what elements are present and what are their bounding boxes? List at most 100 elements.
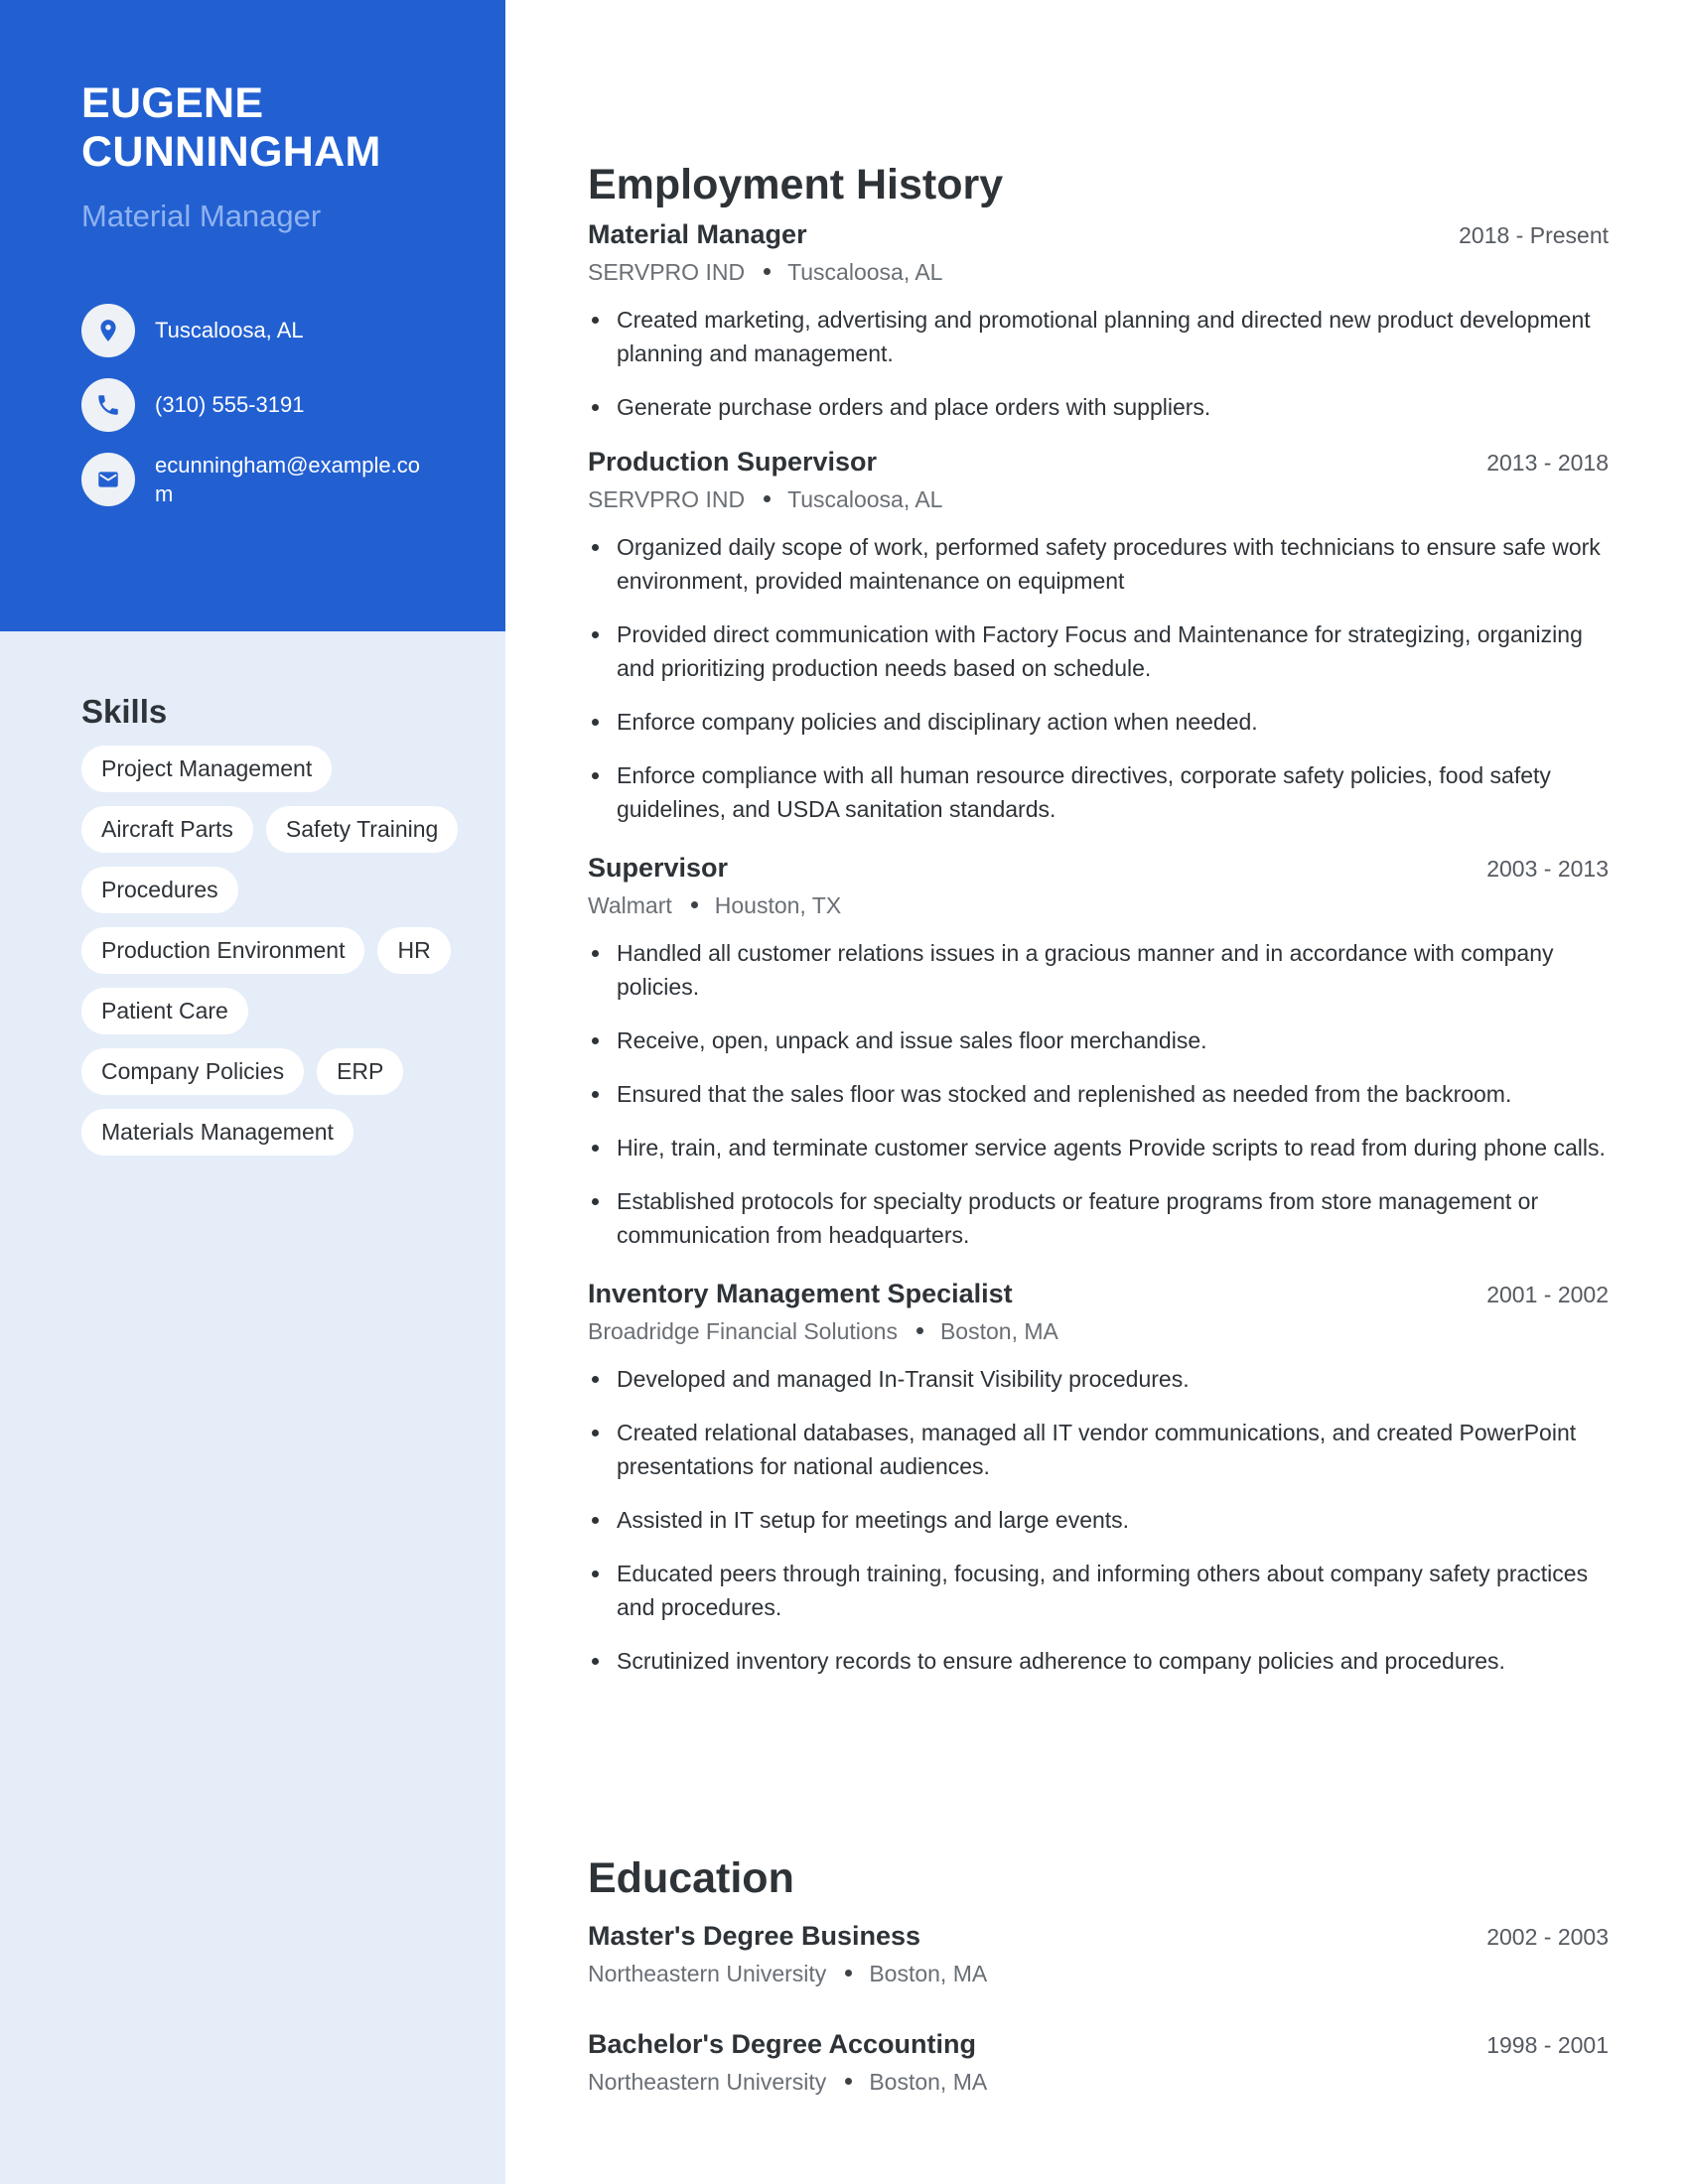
company-name: Broadridge Financial Solutions (588, 1318, 898, 1344)
bullet-item: Generate purchase orders and place order… (588, 390, 1609, 424)
job-header: Material Manager 2018 - Present (588, 216, 1609, 253)
first-name: EUGENE (81, 79, 264, 127)
job-dates: 2003 - 2013 (1486, 856, 1609, 882)
phone-icon (81, 378, 135, 432)
education-header: Bachelor's Degree Accounting 1998 - 2001 (588, 2026, 1609, 2063)
contact-location: Tuscaloosa, AL (81, 304, 439, 357)
separator-dot (845, 1970, 853, 1978)
job-bullets: Developed and managed In-Transit Visibil… (588, 1362, 1609, 1678)
bullet-item: Provided direct communication with Facto… (588, 617, 1609, 685)
education-heading: Education (588, 1854, 794, 1902)
skill-pill: Materials Management (81, 1109, 353, 1156)
separator-dot (845, 2078, 853, 2086)
job-role: Inventory Management Specialist (588, 1279, 1013, 1308)
skills-heading: Skills (81, 693, 168, 730)
candidate-name: EUGENE CUNNINGHAM (81, 79, 479, 177)
job-role: Material Manager (588, 219, 807, 249)
job-company-line: SERVPRO IND Tuscaloosa, AL (588, 482, 1609, 516)
job-bullets: Handled all customer relations issues in… (588, 936, 1609, 1252)
job-company-line: SERVPRO IND Tuscaloosa, AL (588, 255, 1609, 289)
separator-dot (690, 901, 698, 909)
last-name: CUNNINGHAM (81, 128, 381, 176)
education-dates: 2002 - 2003 (1486, 1924, 1609, 1950)
company-name: Walmart (588, 892, 672, 918)
bullet-item: Assisted in IT setup for meetings and la… (588, 1503, 1609, 1537)
jobs-list: Material Manager 2018 - Present SERVPRO IN… (588, 216, 1609, 1678)
bullet-item: Established protocols for specialty prod… (588, 1184, 1609, 1252)
separator-dot (915, 1327, 923, 1335)
job-header: Supervisor 2003 - 2013 (588, 850, 1609, 887)
skill-pill: Company Policies (81, 1048, 305, 1095)
school-name: Northeastern University (588, 2069, 827, 2095)
education-list: Master's Degree Business 2002 - 2003 North… (588, 1918, 1609, 2099)
company-name: SERVPRO IND (588, 259, 746, 285)
bullet-item: Ensured that the sales floor was stocked… (588, 1077, 1609, 1111)
bullet-item: Handled all customer relations issues in… (588, 936, 1609, 1004)
company-name: SERVPRO IND (588, 486, 746, 512)
school-line: Northeastern University Boston, MA (588, 1957, 1609, 1990)
education-entry: Master's Degree Business 2002 - 2003 North… (588, 1918, 1609, 1990)
job-bullets: Created marketing, advertising and promo… (588, 303, 1609, 424)
envelope-icon (81, 453, 135, 506)
school-location: Boston, MA (869, 1961, 988, 1986)
job-role: Supervisor (588, 853, 729, 883)
job-dates: 2013 - 2018 (1486, 450, 1609, 476)
job-header: Inventory Management Specialist 2001 - 20… (588, 1276, 1609, 1312)
job-entry: Production Supervisor 2013 - 2018 SERVPRO … (588, 444, 1609, 826)
phone-text[interactable]: (310) 555-3191 (155, 378, 425, 419)
bullet-item: Created marketing, advertising and promo… (588, 303, 1609, 370)
job-location: Tuscaloosa, AL (787, 259, 943, 285)
bullet-item: Receive, open, unpack and issue sales fl… (588, 1024, 1609, 1057)
job-role: Production Supervisor (588, 447, 878, 477)
school-location: Boston, MA (869, 2069, 988, 2095)
skills-list: Project Management Aircraft Parts Safety T… (81, 746, 479, 1156)
school-name: Northeastern University (588, 1961, 827, 1986)
bullet-item: Educated peers through training, focusin… (588, 1557, 1609, 1624)
job-company-line: Walmart Houston, TX (588, 888, 1609, 922)
bullet-item: Scrutinized inventory records to ensure … (588, 1644, 1609, 1678)
job-entry: Inventory Management Specialist 2001 - 20… (588, 1276, 1609, 1678)
location-text: Tuscaloosa, AL (155, 318, 304, 342)
education-entry: Bachelor's Degree Accounting 1998 - 2001 N… (588, 2026, 1609, 2099)
job-header: Production Supervisor 2013 - 2018 (588, 444, 1609, 480)
sidebar-header: EUGENE CUNNINGHAM Material Manager Tusca… (0, 0, 505, 631)
separator-dot (764, 495, 772, 503)
degree-name: Bachelor's Degree Accounting (588, 2029, 977, 2059)
job-location: Tuscaloosa, AL (787, 486, 943, 512)
contact-phone: (310) 555-3191 (81, 378, 439, 432)
job-company-line: Broadridge Financial Solutions Boston, MA (588, 1314, 1609, 1348)
map-pin-icon (81, 304, 135, 357)
education-section: Education Master's Degree Business 2002 -… (588, 1852, 1609, 2099)
email-link[interactable]: ecunningham@example.com (155, 451, 425, 508)
school-line: Northeastern University Boston, MA (588, 2065, 1609, 2099)
job-dates: 2018 - Present (1459, 222, 1609, 248)
candidate-title: Material Manager (81, 199, 322, 233)
job-location: Houston, TX (714, 892, 842, 918)
skill-pill: Project Management (81, 746, 333, 792)
education-header: Master's Degree Business 2002 - 2003 (588, 1918, 1609, 1955)
bullet-item: Organized daily scope of work, performed… (588, 530, 1609, 598)
employment-section: Employment History Material Manager 2018 … (588, 159, 1609, 1698)
bullet-item: Enforce company policies and disciplinar… (588, 705, 1609, 739)
job-entry: Material Manager 2018 - Present SERVPRO IN… (588, 216, 1609, 424)
education-dates: 1998 - 2001 (1486, 2032, 1609, 2058)
skill-pill: Safety Training (265, 806, 459, 853)
degree-name: Master's Degree Business (588, 1921, 921, 1951)
separator-dot (764, 268, 772, 276)
contact-email: ecunningham@example.com (81, 453, 439, 508)
bullet-item: Created relational databases, managed al… (588, 1416, 1609, 1483)
skill-pill: Patient Care (81, 988, 248, 1034)
job-dates: 2001 - 2002 (1486, 1282, 1609, 1307)
job-location: Boston, MA (939, 1318, 1058, 1344)
employment-heading: Employment History (588, 161, 1004, 208)
bullet-item: Hire, train, and terminate customer serv… (588, 1131, 1609, 1164)
bullet-item: Enforce compliance with all human resour… (588, 758, 1609, 826)
sidebar: EUGENE CUNNINGHAM Material Manager Tusca… (0, 0, 505, 2184)
skill-pill: Procedures (81, 867, 238, 913)
skill-pill: Aircraft Parts (81, 806, 253, 853)
skill-pill: Production Environment (81, 927, 365, 974)
job-bullets: Organized daily scope of work, performed… (588, 530, 1609, 826)
skill-pill: ERP (317, 1048, 404, 1095)
skill-pill: HR (377, 927, 451, 974)
job-entry: Supervisor 2003 - 2013 Walmart Houston, TX H… (588, 850, 1609, 1252)
